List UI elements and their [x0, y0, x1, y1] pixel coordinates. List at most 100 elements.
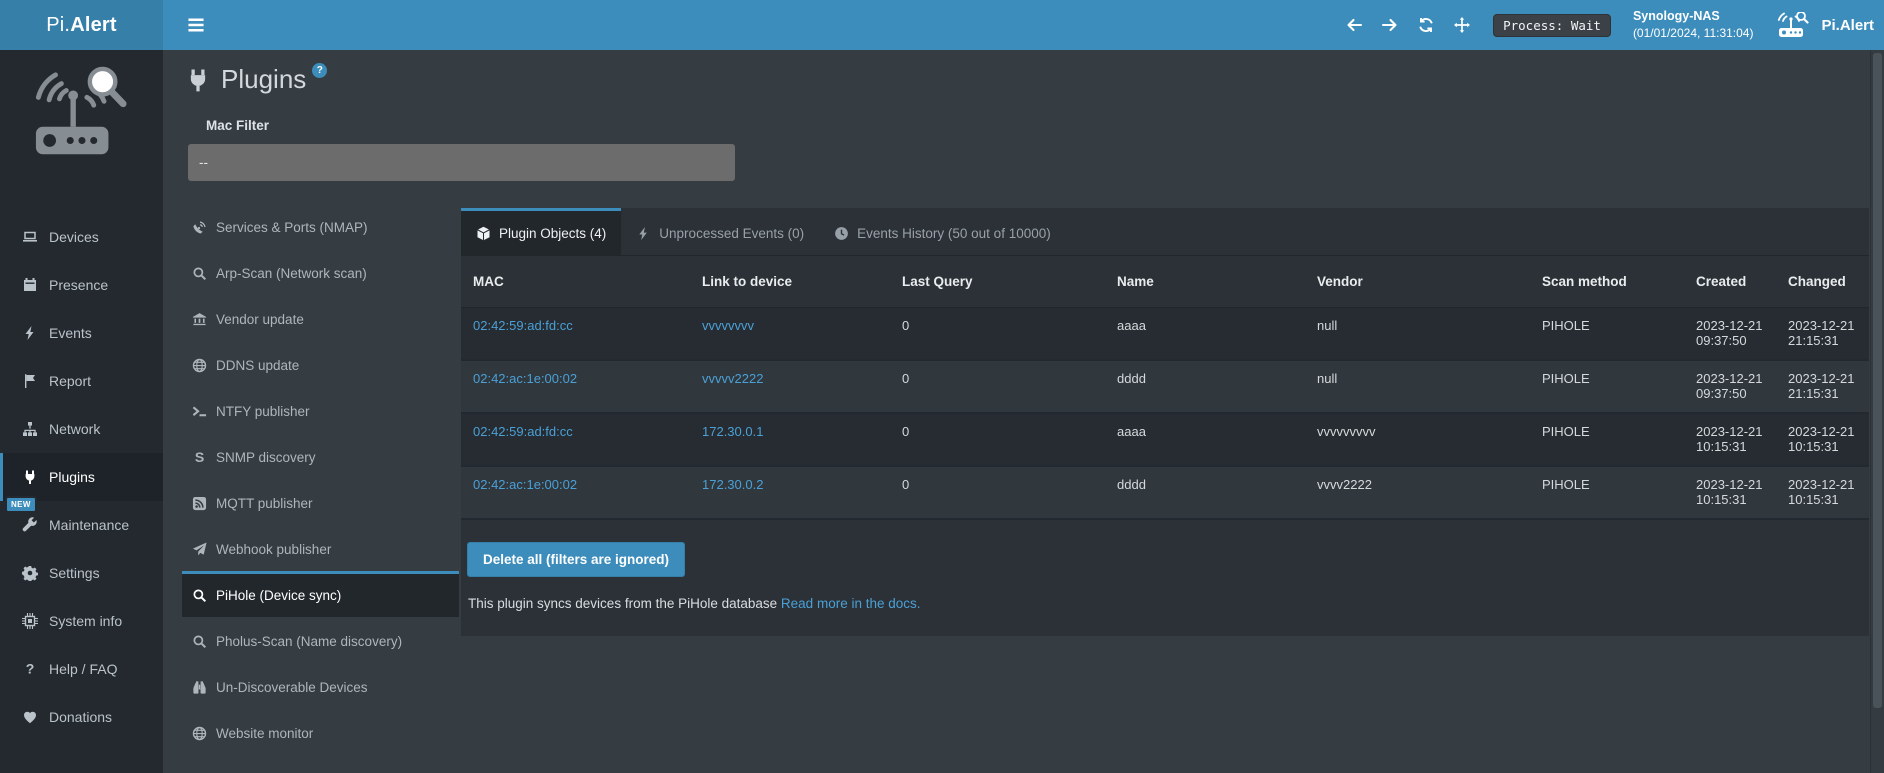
plugin-objects-table: MACLink to deviceLast QueryNameVendorSca…	[461, 256, 1869, 520]
wrench-icon	[22, 517, 38, 533]
link-to-device-cell: vvvvv2222	[690, 360, 890, 413]
column-header-scan-method: Scan method	[1530, 256, 1690, 307]
mac-link[interactable]: 02:42:59:ad:fd:cc	[473, 424, 573, 439]
created-cell: 2023-12-21 10:15:31	[1690, 413, 1782, 466]
binoculars-icon	[192, 680, 207, 695]
gear-icon	[22, 565, 38, 581]
calendar-icon	[22, 277, 38, 293]
mac-link[interactable]: 02:42:ac:1e:00:02	[473, 371, 577, 386]
tab-unprocessed-events-0[interactable]: Unprocessed Events (0)	[621, 208, 819, 256]
cube-icon	[476, 226, 491, 241]
link-to-device-cell: vvvvvvvv	[690, 307, 890, 360]
plugin-nav-item-services-ports-nmap[interactable]: Services & Ports (NMAP)	[182, 203, 459, 249]
plugin-nav-item-webhook-publisher[interactable]: Webhook publisher	[182, 525, 459, 571]
main-content: Plugins ? Mac Filter Services & Ports (N…	[163, 50, 1884, 773]
sidebar-item-label: Settings	[49, 565, 100, 581]
sidebar-item-network[interactable]: Network	[0, 405, 163, 453]
tab-events-history-50-out-of-10000[interactable]: Events History (50 out of 10000)	[819, 208, 1066, 256]
column-header-mac: MAC	[461, 256, 690, 307]
last-query-cell: 0	[890, 360, 1105, 413]
plugin-nav-item-website-monitor[interactable]: Website monitor	[182, 709, 459, 755]
sidebar-toggle-button[interactable]	[185, 14, 207, 36]
host-info: Synology-NAS (01/01/2024, 11:31:04)	[1633, 8, 1754, 41]
device-link[interactable]: 172.30.0.1	[702, 424, 763, 439]
plugin-nav-item-vendor-update[interactable]: Vendor update	[182, 295, 459, 341]
scan-method-cell: PIHOLE	[1530, 466, 1690, 519]
device-link[interactable]: vvvvv2222	[702, 371, 763, 386]
name-cell: aaaa	[1105, 413, 1305, 466]
plugin-panel: Plugin Objects (4) Unprocessed Events (0)…	[461, 208, 1869, 636]
svg-text:S: S	[195, 450, 204, 465]
link-to-device-cell: 172.30.0.1	[690, 413, 890, 466]
sidebar-item-system-info[interactable]: System info	[0, 597, 163, 645]
column-header-name: Name	[1105, 256, 1305, 307]
vendor-cell: null	[1305, 307, 1530, 360]
host-timestamp: (01/01/2024, 11:31:04)	[1633, 25, 1754, 41]
hamburger-icon	[185, 14, 207, 36]
sidebar-item-presence[interactable]: Presence	[0, 261, 163, 309]
help-badge[interactable]: ?	[312, 63, 327, 78]
nav-back-button[interactable]	[1345, 17, 1363, 33]
mac-link[interactable]: 02:42:ac:1e:00:02	[473, 477, 577, 492]
sidebar-item-maintenance[interactable]: MaintenanceNEW	[0, 501, 163, 549]
rss-square-icon	[192, 496, 207, 511]
sidebar-item-label: Donations	[49, 709, 112, 725]
scan-method-cell: PIHOLE	[1530, 307, 1690, 360]
sidebar-item-label: Devices	[49, 229, 99, 245]
scrollbar-thumb[interactable]	[1873, 53, 1882, 708]
plugin-nav-item-ntfy-publisher[interactable]: NTFY publisher	[182, 387, 459, 433]
created-cell: 2023-12-21 09:37:50	[1690, 360, 1782, 413]
plugin-nav-label: PiHole (Device sync)	[216, 588, 341, 603]
satellite-dish-icon	[192, 220, 207, 235]
plugin-nav-label: Services & Ports (NMAP)	[216, 220, 368, 235]
plugin-nav-item-snmp-discovery[interactable]: S SNMP discovery	[182, 433, 459, 479]
docs-link[interactable]: Read more in the docs.	[781, 596, 921, 611]
plugin-nav-item-ddns-update[interactable]: DDNS update	[182, 341, 459, 387]
tab-label: Unprocessed Events (0)	[659, 226, 804, 241]
logo-suffix: Alert	[70, 14, 117, 37]
device-link[interactable]: vvvvvvvv	[702, 318, 754, 333]
sidebar-item-help-faq[interactable]: ?Help / FAQ	[0, 645, 163, 693]
plugin-nav-label: SNMP discovery	[216, 450, 316, 465]
search-icon	[192, 634, 207, 649]
plugin-nav-item-pholus-scan-name-discovery[interactable]: Pholus-Scan (Name discovery)	[182, 617, 459, 663]
sidebar-item-plugins[interactable]: Plugins	[0, 453, 163, 501]
table-row: 02:42:59:ad:fd:ccvvvvvvvv0aaaanullPIHOLE…	[461, 307, 1869, 360]
plugin-nav-label: Arp-Scan (Network scan)	[216, 266, 367, 281]
name-cell: dddd	[1105, 360, 1305, 413]
sidebar-item-events[interactable]: Events	[0, 309, 163, 357]
name-cell: aaaa	[1105, 307, 1305, 360]
plugin-description: This plugin syncs devices from the PiHol…	[468, 596, 1869, 611]
mac-cell: 02:42:59:ad:fd:cc	[461, 413, 690, 466]
sidebar-item-label: Maintenance	[49, 517, 129, 533]
router-icon	[1777, 12, 1809, 38]
plugin-nav: Services & Ports (NMAP) Arp-Scan (Network…	[182, 203, 459, 755]
table-header-row: MACLink to deviceLast QueryNameVendorSca…	[461, 256, 1869, 307]
question-icon: ?	[22, 661, 38, 677]
device-link[interactable]: 172.30.0.2	[702, 477, 763, 492]
refresh-button[interactable]	[1417, 17, 1435, 33]
tab-label: Plugin Objects (4)	[499, 226, 606, 241]
page-scrollbar[interactable]	[1870, 50, 1884, 773]
sidebar-item-label: Presence	[49, 277, 108, 293]
tab-plugin-objects-4[interactable]: Plugin Objects (4)	[461, 208, 621, 256]
delete-all-button[interactable]: Delete all (filters are ignored)	[467, 542, 685, 577]
sidebar-item-label: System info	[49, 613, 122, 629]
app-logo[interactable]: Pi.Alert	[0, 0, 163, 50]
sidebar-item-report[interactable]: Report	[0, 357, 163, 405]
plugin-nav-item-arp-scan-network-scan[interactable]: Arp-Scan (Network scan)	[182, 249, 459, 295]
sidebar-item-settings[interactable]: Settings	[0, 549, 163, 597]
sidebar-item-donations[interactable]: Donations	[0, 693, 163, 741]
sidebar-item-devices[interactable]: Devices	[0, 213, 163, 261]
mac-filter-input[interactable]	[188, 144, 735, 181]
plugin-nav-item-pihole-device-sync[interactable]: PiHole (Device sync)	[182, 571, 459, 617]
plugin-nav-label: MQTT publisher	[216, 496, 313, 511]
topbar: Pi.Alert Process: Wait Synology-NAS (01/…	[0, 0, 1884, 50]
host-name: Synology-NAS	[1633, 8, 1754, 25]
plugin-nav-item-mqtt-publisher[interactable]: MQTT publisher	[182, 479, 459, 525]
laptop-icon	[22, 229, 38, 245]
move-button[interactable]	[1453, 17, 1471, 33]
plugin-nav-item-un-discoverable-devices[interactable]: Un-Discoverable Devices	[182, 663, 459, 709]
nav-forward-button[interactable]	[1381, 17, 1399, 33]
mac-link[interactable]: 02:42:59:ad:fd:cc	[473, 318, 573, 333]
